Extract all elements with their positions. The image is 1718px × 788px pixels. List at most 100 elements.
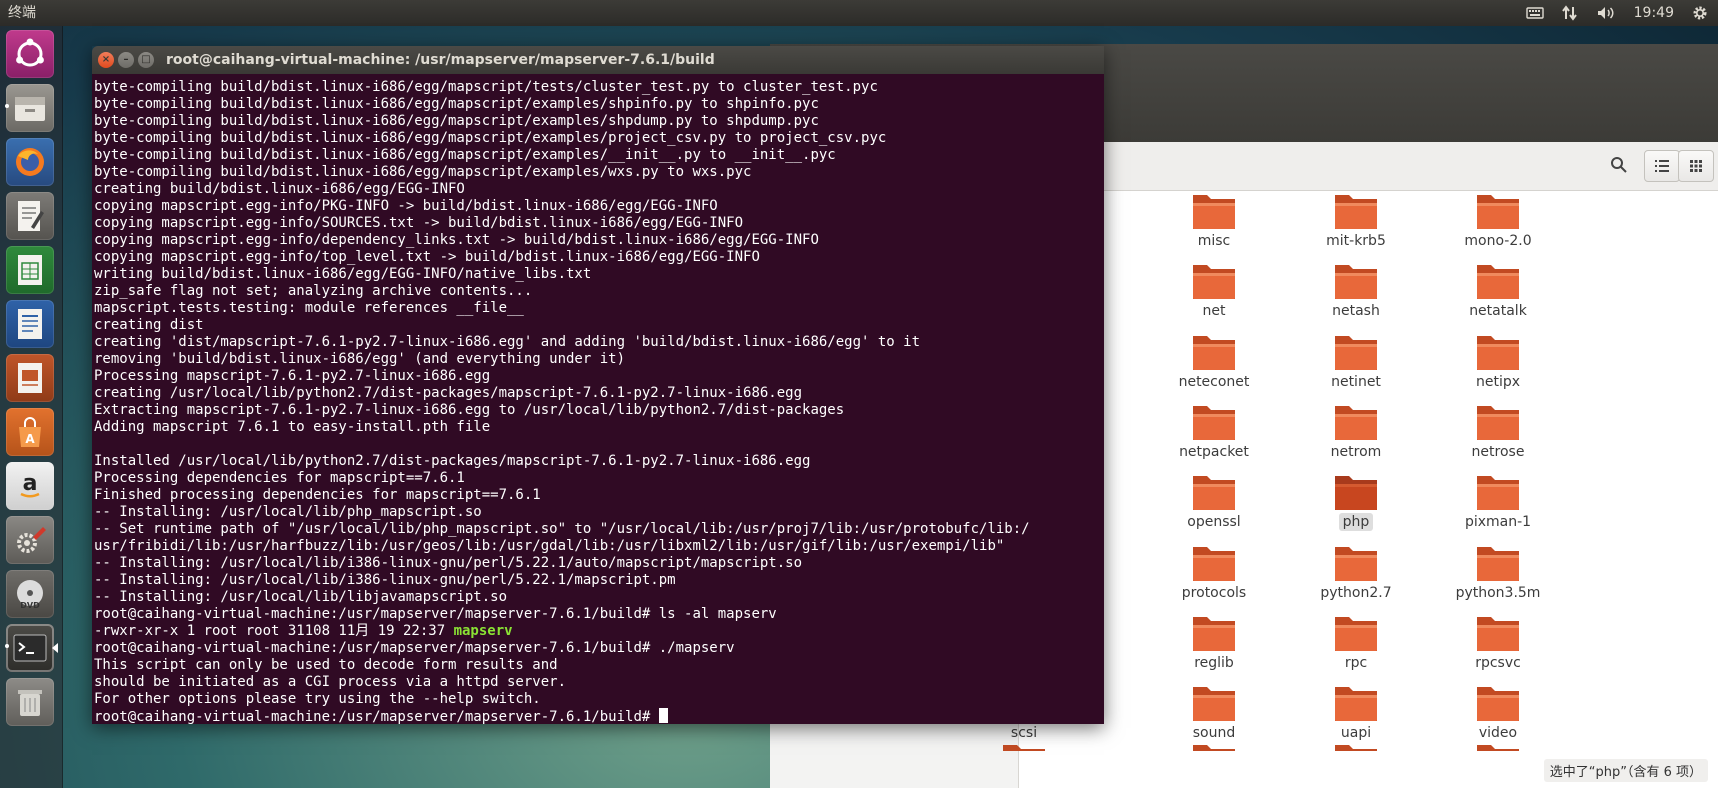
folder-label: netrom	[1330, 443, 1382, 460]
terminal-line: Extracting mapscript-7.6.1-py2.7-linux-i…	[94, 402, 845, 418]
folder-item[interactable]: rpc	[1281, 613, 1421, 683]
trash-icon[interactable]	[6, 678, 54, 726]
keyboard-icon[interactable]	[1525, 0, 1544, 26]
folder-label: netash	[1332, 303, 1380, 320]
terminal-icon[interactable]	[5, 624, 58, 672]
folder-icon	[1193, 405, 1235, 440]
close-button[interactable]: ×	[98, 52, 114, 68]
terminal-line: writing build/bdist.linux-i686/egg/EGG-I…	[94, 266, 592, 282]
folder-icon	[1193, 745, 1235, 752]
folder-label: net	[1202, 303, 1226, 320]
folder-icon	[1335, 476, 1377, 511]
terminal-line: byte-compiling build/bdist.linux-i686/eg…	[94, 96, 819, 112]
folder-icon	[1193, 546, 1235, 581]
grid-view-icon[interactable]	[1678, 150, 1714, 182]
terminal-output: byte-compiling build/bdist.linux-i686/eg…	[94, 79, 1030, 724]
gear-icon[interactable]	[1692, 0, 1708, 26]
search-icon[interactable]	[1602, 150, 1636, 180]
folder-icon	[1477, 546, 1519, 581]
folder-label: openssl	[1187, 514, 1241, 531]
terminal-line: mapscript.tests.testing: module referenc…	[94, 300, 524, 316]
terminal-line: -- Installing: /usr/local/lib/libjavamap…	[94, 589, 508, 605]
folder-item[interactable]: netpacket	[1139, 402, 1279, 472]
terminal-line: removing 'build/bdist.linux-i686/egg' (a…	[94, 351, 626, 367]
terminal-line: byte-compiling build/bdist.linux-i686/eg…	[94, 147, 836, 163]
folder-item[interactable]: misc	[1139, 191, 1279, 261]
folder-icon	[1193, 195, 1235, 229]
folder-icon	[1193, 476, 1235, 511]
folder-item[interactable]: mono-2.0	[1423, 191, 1563, 261]
folder-item[interactable]: netatalk	[1423, 261, 1563, 331]
folder-label: netatalk	[1469, 303, 1527, 320]
writer-icon[interactable]	[6, 300, 54, 348]
maximize-button[interactable]: □	[138, 52, 154, 68]
folder-item[interactable]: openssl	[1139, 472, 1279, 542]
clock[interactable]: 19:49	[1634, 0, 1674, 26]
folder-item[interactable]: rpcsvc	[1423, 613, 1563, 683]
folder-icon	[1477, 616, 1519, 651]
terminal-cursor	[658, 708, 668, 723]
folder-item[interactable]: protocols	[1139, 543, 1279, 613]
folder-item[interactable]: mit-krb5	[1281, 191, 1421, 261]
folder-icon	[1335, 546, 1377, 581]
terminal-prompt-line[interactable]: root@caihang-virtual-machine:/usr/mapser…	[94, 708, 1030, 724]
ls-filename: mapserv	[453, 623, 513, 639]
terminal-line: -- Installing: /usr/local/lib/php_mapscr…	[94, 504, 482, 520]
terminal-line: Finished processing dependencies for map…	[94, 487, 541, 503]
active-app-title: 终端	[8, 5, 36, 21]
folder-icon	[1477, 687, 1519, 722]
folder-item[interactable]: python2.7	[1281, 543, 1421, 613]
text-editor-icon[interactable]	[6, 192, 54, 240]
folder-item[interactable]: neteconet	[1139, 332, 1279, 402]
system-settings-icon[interactable]	[6, 516, 54, 564]
terminal-window: × – □ root@caihang-virtual-machine: /usr…	[92, 46, 1104, 724]
folder-icon	[1477, 476, 1519, 511]
folder-item[interactable]: netash	[1281, 261, 1421, 331]
amazon-icon[interactable]: a	[6, 462, 54, 510]
folder-item[interactable]: net	[1139, 261, 1279, 331]
software-center-icon[interactable]: A	[6, 408, 54, 456]
folder-item[interactable]: netrose	[1423, 402, 1563, 472]
terminal-ls-line: -rwxr-xr-x 1 root root 31108 11月 19 22:3…	[94, 623, 1030, 640]
minimize-button[interactable]: –	[118, 52, 134, 68]
folder-icon	[1193, 335, 1235, 370]
network-arrows-icon[interactable]	[1561, 0, 1578, 26]
folder-item[interactable]: netinet	[1281, 332, 1421, 402]
dvd-icon[interactable]: DVD	[6, 570, 54, 618]
folder-icon	[1003, 745, 1045, 752]
terminal-line: usr/fribidi/lib:/usr/harfbuzz/lib:/usr/g…	[94, 538, 1005, 554]
folder-icon	[1193, 687, 1235, 722]
terminal-line: This script can only be used to decode f…	[94, 657, 558, 673]
files-status: 选中了“php”（含有 6 项）	[1543, 759, 1708, 782]
terminal-titlebar[interactable]: × – □ root@caihang-virtual-machine: /usr…	[92, 46, 1104, 74]
folder-label: mono-2.0	[1464, 233, 1532, 249]
folder-item[interactable]: pixman-1	[1423, 472, 1563, 542]
folder-item[interactable]: netrom	[1281, 402, 1421, 472]
folder-label: php	[1338, 513, 1374, 532]
terminal-line: copying mapscript.egg-info/PKG-INFO -> b…	[94, 198, 718, 214]
folder-item[interactable]: python3.5m	[1423, 543, 1563, 613]
folder-label: rpcsvc	[1475, 654, 1521, 671]
terminal-title: root@caihang-virtual-machine: /usr/mapse…	[166, 52, 715, 68]
folder-label: rpc	[1344, 654, 1368, 671]
firefox-icon[interactable]	[6, 138, 54, 186]
folder-item[interactable]: reglib	[1139, 613, 1279, 683]
folder-item[interactable]: php	[1281, 472, 1421, 542]
terminal-line: zip_safe flag not set; analyzing archive…	[94, 283, 533, 299]
ubuntu-dash-icon[interactable]	[6, 30, 54, 78]
folder-label: video	[1478, 725, 1518, 742]
impress-icon[interactable]	[6, 354, 54, 402]
folder-label: python2.7	[1320, 584, 1392, 601]
folder-icon	[1335, 195, 1377, 229]
folder-item[interactable]: netipx	[1423, 332, 1563, 402]
spreadsheet-icon[interactable]	[6, 246, 54, 294]
files-icon[interactable]	[5, 84, 54, 132]
volume-icon[interactable]	[1596, 0, 1616, 26]
folder-icon	[1477, 195, 1519, 229]
terminal-body[interactable]: byte-compiling build/bdist.linux-i686/eg…	[92, 74, 1104, 724]
folder-icon	[1193, 616, 1235, 651]
folder-icon	[1477, 265, 1519, 300]
terminal-line: creating 'dist/mapscript-7.6.1-py2.7-lin…	[94, 334, 921, 350]
list-view-icon[interactable]	[1644, 150, 1680, 182]
